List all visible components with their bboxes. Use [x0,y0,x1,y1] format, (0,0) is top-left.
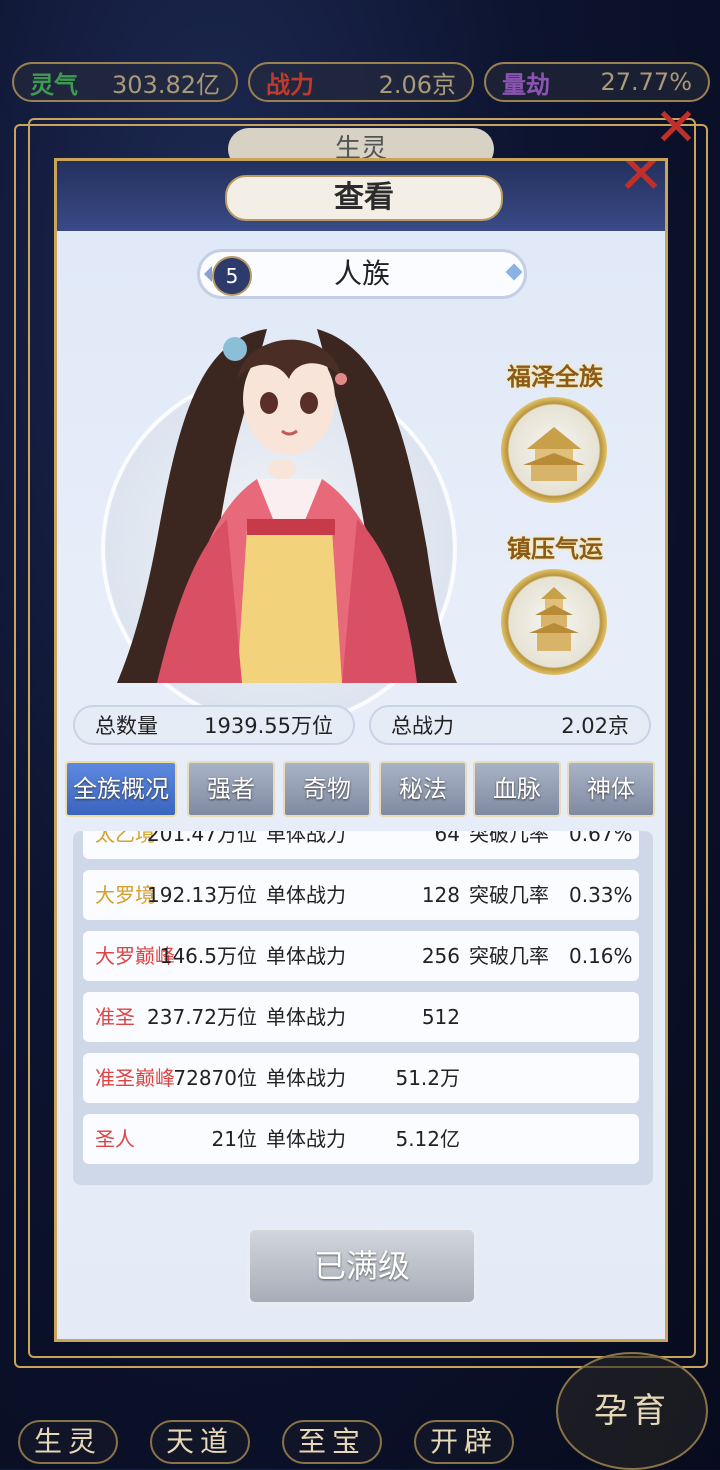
power-value: 51.2万 [395,1066,460,1090]
list-item: 圣人 21位 单体战力 5.12亿 [83,1114,639,1164]
power-label: 单体战力 [266,944,346,968]
realm-count: 237.72万位 [147,1005,257,1029]
power-value: 256 [421,944,460,968]
power-value: 128 [421,883,460,907]
tab-bloodline[interactable]: 血脉 [473,761,561,817]
power-value: 5.12亿 [395,1127,460,1151]
realm-count: 72870位 [173,1066,257,1090]
total-power-value: 2.02京 [561,714,629,738]
nav-heavenly-dao[interactable]: 天道 [150,1420,250,1464]
calamity-value: 27.77% [600,68,692,96]
list-item: 准圣巅峰 72870位 单体战力 51.2万 [83,1053,639,1103]
spirit-qi-value: 303.82亿 [112,70,220,99]
calamity-label: 量劫 [502,70,550,99]
pagoda-pavilion-icon[interactable] [501,397,607,503]
nav-supreme-treasure[interactable]: 至宝 [282,1420,382,1464]
breakthrough-rate: 0.67% [569,831,633,846]
total-count-pill: 总数量 1939.55万位 [73,705,355,745]
combat-power-value: 2.06京 [378,70,456,99]
total-count-value: 1939.55万位 [204,714,333,738]
view-dialog: 查看 ✕ 人族 5 福泽全族 镇压气运 总数量 1939.55万位 总战力 2.… [54,158,668,1342]
breakthrough-rate: 0.16% [569,944,633,968]
tab-divine-body[interactable]: 神体 [567,761,655,817]
power-label: 单体战力 [266,1005,346,1029]
race-number-badge: 5 [212,256,252,296]
breakthrough-label: 突破几率 [469,883,549,907]
total-power-label: 总战力 [391,714,454,738]
total-count-label: 总数量 [95,714,158,738]
total-power-pill: 总战力 2.02京 [369,705,651,745]
list-item: 太乙境 201.47万位 单体战力 64 突破几率 0.67% [83,831,639,859]
spirit-qi-stat: 灵气 303.82亿 [12,62,238,102]
realm-count: 21位 [211,1127,257,1151]
power-label: 单体战力 [266,831,346,846]
realm-name: 圣人 [95,1127,135,1151]
list-item: 大罗巅峰 146.5万位 单体战力 256 突破几率 0.16% [83,931,639,981]
dialog-title: 查看 [225,175,503,221]
power-value: 64 [434,831,460,846]
combat-power-label: 战力 [266,70,314,99]
close-icon[interactable]: ✕ [609,161,665,207]
suppress-fortune-label: 镇压气运 [507,535,603,563]
power-label: 单体战力 [266,1127,346,1151]
tab-treasures[interactable]: 奇物 [283,761,371,817]
spirit-qi-label: 灵气 [30,70,78,99]
breakthrough-label: 突破几率 [469,831,549,846]
back-close-icon[interactable]: ✕ [648,100,704,156]
list-item: 大罗境 192.13万位 单体战力 128 突破几率 0.33% [83,870,639,920]
realm-list[interactable]: 太乙境 201.47万位 单体战力 64 突破几率 0.67% 大罗境 192.… [73,831,653,1185]
nav-creatures[interactable]: 生灵 [18,1420,118,1464]
character-portrait [117,329,457,683]
tab-experts[interactable]: 强者 [187,761,275,817]
nav-nurture[interactable]: 孕育 [556,1352,708,1470]
tab-secret-arts[interactable]: 秘法 [379,761,467,817]
realm-count: 192.13万位 [147,883,257,907]
breakthrough-label: 突破几率 [469,944,549,968]
power-label: 单体战力 [266,883,346,907]
power-label: 单体战力 [266,1066,346,1090]
realm-count: 201.47万位 [147,831,257,846]
realm-count: 146.5万位 [159,944,257,968]
bless-race-label: 福泽全族 [507,363,603,391]
race-selector[interactable]: 人族 5 [197,249,527,299]
max-level-button[interactable]: 已满级 [247,1227,477,1305]
power-value: 512 [421,1005,460,1029]
breakthrough-rate: 0.33% [569,883,633,907]
calamity-stat: 量劫 27.77% [484,62,710,102]
nav-creation[interactable]: 开辟 [414,1420,514,1464]
list-item: 准圣 237.72万位 单体战力 512 [83,992,639,1042]
realm-name: 准圣 [95,1005,135,1029]
pagoda-tower-icon[interactable] [501,569,607,675]
combat-power-stat: 战力 2.06京 [248,62,474,102]
tab-overview[interactable]: 全族概况 [65,761,177,817]
realm-name: 大罗境 [95,883,155,907]
realm-name: 太乙境 [95,831,155,846]
